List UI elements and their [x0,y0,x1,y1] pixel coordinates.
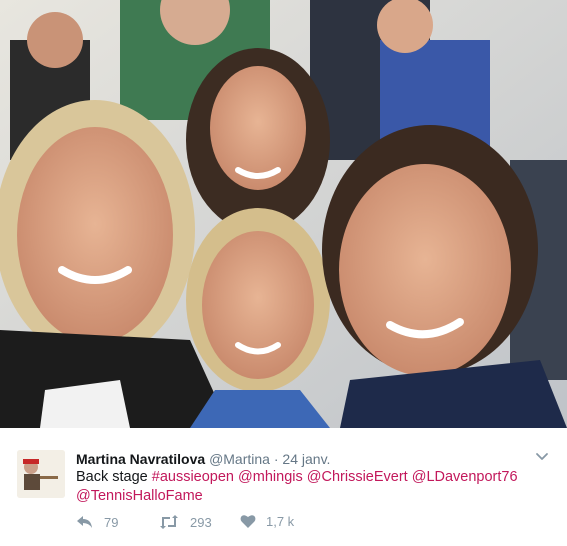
reply-icon [77,516,92,528]
tweet-header: Martina Navratilova @Martina · 24 janv. [76,450,330,468]
retweet-button[interactable]: 293 [158,514,212,530]
retweet-icon [160,515,178,529]
group-selfie-photo [0,0,567,428]
retweet-count: 293 [190,514,212,530]
author-name[interactable]: Martina Navratilova [76,451,205,467]
tweet-photo[interactable] [0,0,567,428]
tweet-text-prefix: Back stage [76,469,152,485]
mention-link[interactable]: @LDavenport76 [412,469,518,485]
separator-dot: · [273,451,279,467]
tweet-text: Back stage #aussieopen @mhingis @Chrissi… [76,468,546,506]
like-count: 1,7 k [266,514,295,529]
tweet-card: Martina Navratilova @Martina · 24 janv. … [0,428,567,546]
reply-count: 79 [104,514,119,530]
like-button[interactable]: 1,7 k [240,514,294,529]
tweet-date[interactable]: 24 janv. [282,451,330,467]
mention-link[interactable]: @mhingis [238,469,303,485]
avatar-icon [17,450,65,498]
hashtag-link[interactable]: #aussieopen [152,469,234,485]
mention-link[interactable]: @TennisHalloFame [76,488,203,504]
author-handle[interactable]: @Martina [209,451,270,467]
more-options-button[interactable] [534,448,550,464]
author-avatar[interactable] [17,450,65,498]
reply-button[interactable]: 79 [76,514,118,530]
heart-icon [240,515,256,528]
mention-link[interactable]: @ChrissieEvert [307,469,408,485]
chevron-down-icon [536,453,548,460]
